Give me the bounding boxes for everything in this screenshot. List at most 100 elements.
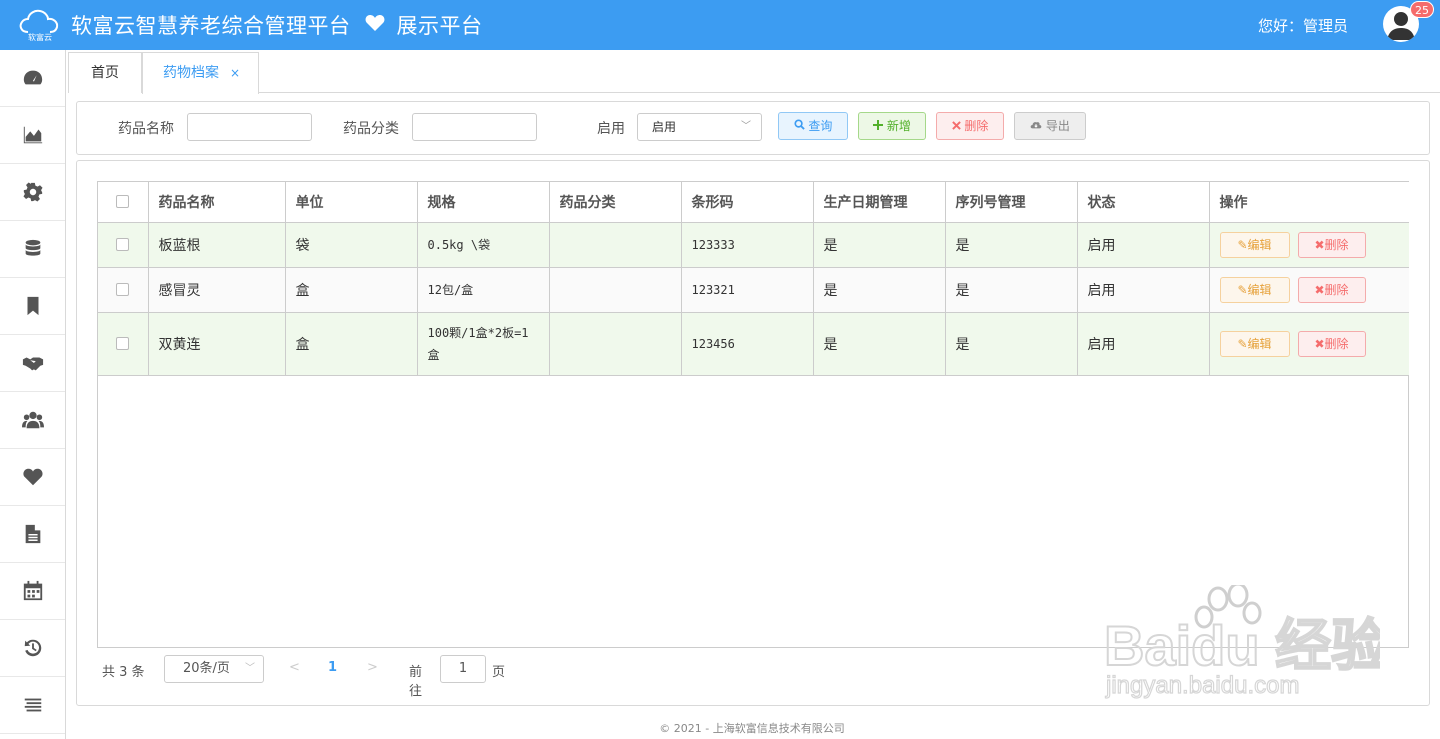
calendar-icon: [23, 580, 42, 601]
medicine-name-input[interactable]: [187, 113, 312, 141]
row-checkbox[interactable]: [116, 238, 130, 251]
next-page-button[interactable]: >: [367, 660, 378, 675]
sidebar-item-chart[interactable]: [0, 107, 65, 164]
delete-button-label: 删除: [1324, 282, 1349, 297]
table-row[interactable]: 感冒灵 盒 12包/盒 123321 是 是 启用 ✎编辑 ✖删除: [98, 267, 1409, 313]
logo[interactable]: 软富云: [18, 8, 60, 44]
current-page[interactable]: 1: [328, 660, 337, 675]
user-greeting[interactable]: 您好：管理员: [1258, 15, 1348, 36]
column-header[interactable]: 序列号管理: [945, 182, 1078, 223]
prev-page-button[interactable]: <: [289, 660, 300, 675]
footer-copyright: © 2021 - 上海软富信息技术有限公司: [659, 722, 845, 735]
app-title-text: 软富云智慧养老综合管理平台: [71, 14, 351, 38]
column-header: 操作: [1209, 182, 1409, 223]
notification-badge[interactable]: 25: [1410, 1, 1434, 18]
cell-spec: 100颗/1盒*2板=1盒: [417, 312, 550, 376]
delete-button-label: 删除: [1324, 237, 1349, 252]
edit-icon: ✎: [1237, 282, 1248, 297]
column-header[interactable]: 条形码: [681, 182, 814, 223]
tab-medicine-archive[interactable]: 药物档案 ×: [142, 52, 259, 94]
goto-label: 前往: [409, 665, 423, 699]
delete-button[interactable]: ✖删除: [1297, 330, 1366, 357]
column-header[interactable]: 规格: [417, 182, 550, 223]
top-header: 软富云 软富云智慧养老综合管理平台 展示平台 您好：管理员 25: [0, 0, 1440, 50]
add-button-label: 新增: [886, 119, 911, 133]
total-count: 共 3 条: [102, 665, 145, 680]
batch-delete-button[interactable]: 删除: [936, 112, 1004, 140]
close-x-icon: ✖: [1314, 336, 1325, 351]
query-button-label: 查询: [808, 119, 833, 133]
column-header[interactable]: 生产日期管理: [813, 182, 946, 223]
edit-button[interactable]: ✎编辑: [1219, 231, 1290, 258]
cell-name: 板蓝根: [148, 222, 286, 268]
goto-page-input[interactable]: 1: [440, 655, 486, 683]
close-icon[interactable]: ×: [230, 53, 240, 93]
select-all-checkbox[interactable]: [116, 195, 130, 209]
sidebar-item-document[interactable]: [0, 506, 65, 563]
sidebar-item-calendar[interactable]: [0, 563, 65, 620]
medicine-name-label: 药品名称: [118, 121, 174, 137]
cell-status: 启用: [1077, 222, 1210, 268]
cell-spec: 12包/盒: [417, 267, 550, 313]
row-checkbox[interactable]: [116, 337, 130, 350]
tab-label: 药物档案: [163, 65, 219, 81]
bookmark-icon: [27, 296, 38, 316]
delete-button-label: 删除: [964, 119, 989, 133]
delete-button[interactable]: ✖删除: [1297, 231, 1366, 258]
medicine-category-input[interactable]: [412, 113, 537, 141]
cell-actions: ✎编辑 ✖删除: [1209, 267, 1409, 313]
add-button[interactable]: 新增: [858, 112, 926, 140]
column-header[interactable]: 药品分类: [549, 182, 682, 223]
export-button[interactable]: 导出: [1014, 112, 1086, 140]
row-select-cell: [98, 267, 149, 313]
cell-spec: 0.5kg \袋: [417, 222, 550, 268]
table-row[interactable]: 双黄连 盒 100颗/1盒*2板=1盒 123456 是 是 启用 ✎编辑 ✖删除: [98, 312, 1409, 376]
query-button[interactable]: 查询: [778, 112, 848, 140]
medicine-table: 药品名称 单位 规格 药品分类 条形码 生产日期管理 序列号管理 状态 操作 板…: [97, 181, 1409, 648]
cell-barcode: 123333: [681, 222, 814, 268]
page-size-select[interactable]: 20条/页 ﹀: [164, 655, 264, 683]
cloud-download-icon: [1030, 119, 1046, 133]
cell-date-mgmt: 是: [813, 222, 946, 268]
cloud-logo-icon: [19, 9, 59, 33]
cell-barcode: 123321: [681, 267, 814, 313]
cell-serial-mgmt: 是: [945, 267, 1078, 313]
heart-icon: [22, 468, 43, 486]
users-icon: [21, 411, 44, 429]
plus-icon: [873, 119, 887, 133]
row-checkbox[interactable]: [116, 283, 130, 296]
column-header[interactable]: 药品名称: [148, 182, 286, 223]
cell-date-mgmt: 是: [813, 267, 946, 313]
edit-button[interactable]: ✎编辑: [1219, 276, 1290, 303]
delete-button-label: 删除: [1324, 336, 1349, 351]
tab-home[interactable]: 首页: [68, 52, 142, 93]
sidebar-item-health[interactable]: [0, 449, 65, 506]
sidebar-item-service[interactable]: [0, 335, 65, 392]
medicine-table-body: 药品名称 单位 规格 药品分类 条形码 生产日期管理 序列号管理 状态 操作 板…: [98, 182, 1409, 376]
enabled-select-value: 启用: [652, 120, 677, 134]
sidebar-item-history[interactable]: [0, 620, 65, 677]
table-row[interactable]: 板蓝根 袋 0.5kg \袋 123333 是 是 启用 ✎编辑 ✖删除: [98, 222, 1409, 268]
heart-icon: [365, 13, 385, 37]
sidebar-item-bookmark[interactable]: [0, 278, 65, 335]
enabled-label: 启用: [597, 121, 625, 137]
chevron-down-icon: ﹀: [741, 121, 751, 132]
sidebar-item-settings[interactable]: [0, 164, 65, 221]
document-icon: [25, 524, 40, 544]
enabled-select[interactable]: 启用 ﹀: [637, 113, 762, 141]
cell-status: 启用: [1077, 267, 1210, 313]
column-header[interactable]: 状态: [1077, 182, 1210, 223]
column-header[interactable]: 单位: [285, 182, 418, 223]
edit-icon: ✎: [1237, 237, 1248, 252]
edit-button[interactable]: ✎编辑: [1219, 330, 1290, 357]
sidebar-item-dashboard[interactable]: [0, 50, 65, 107]
sidebar-item-database[interactable]: [0, 221, 65, 278]
close-x-icon: [951, 119, 965, 133]
sidebar-item-users[interactable]: [0, 392, 65, 449]
menu-icon: [24, 698, 41, 712]
app-subtitle: 展示平台: [396, 14, 483, 38]
sidebar: [0, 50, 66, 739]
logo-text: 软富云: [28, 33, 52, 42]
close-x-icon: ✖: [1314, 237, 1325, 252]
delete-button[interactable]: ✖删除: [1297, 276, 1366, 303]
